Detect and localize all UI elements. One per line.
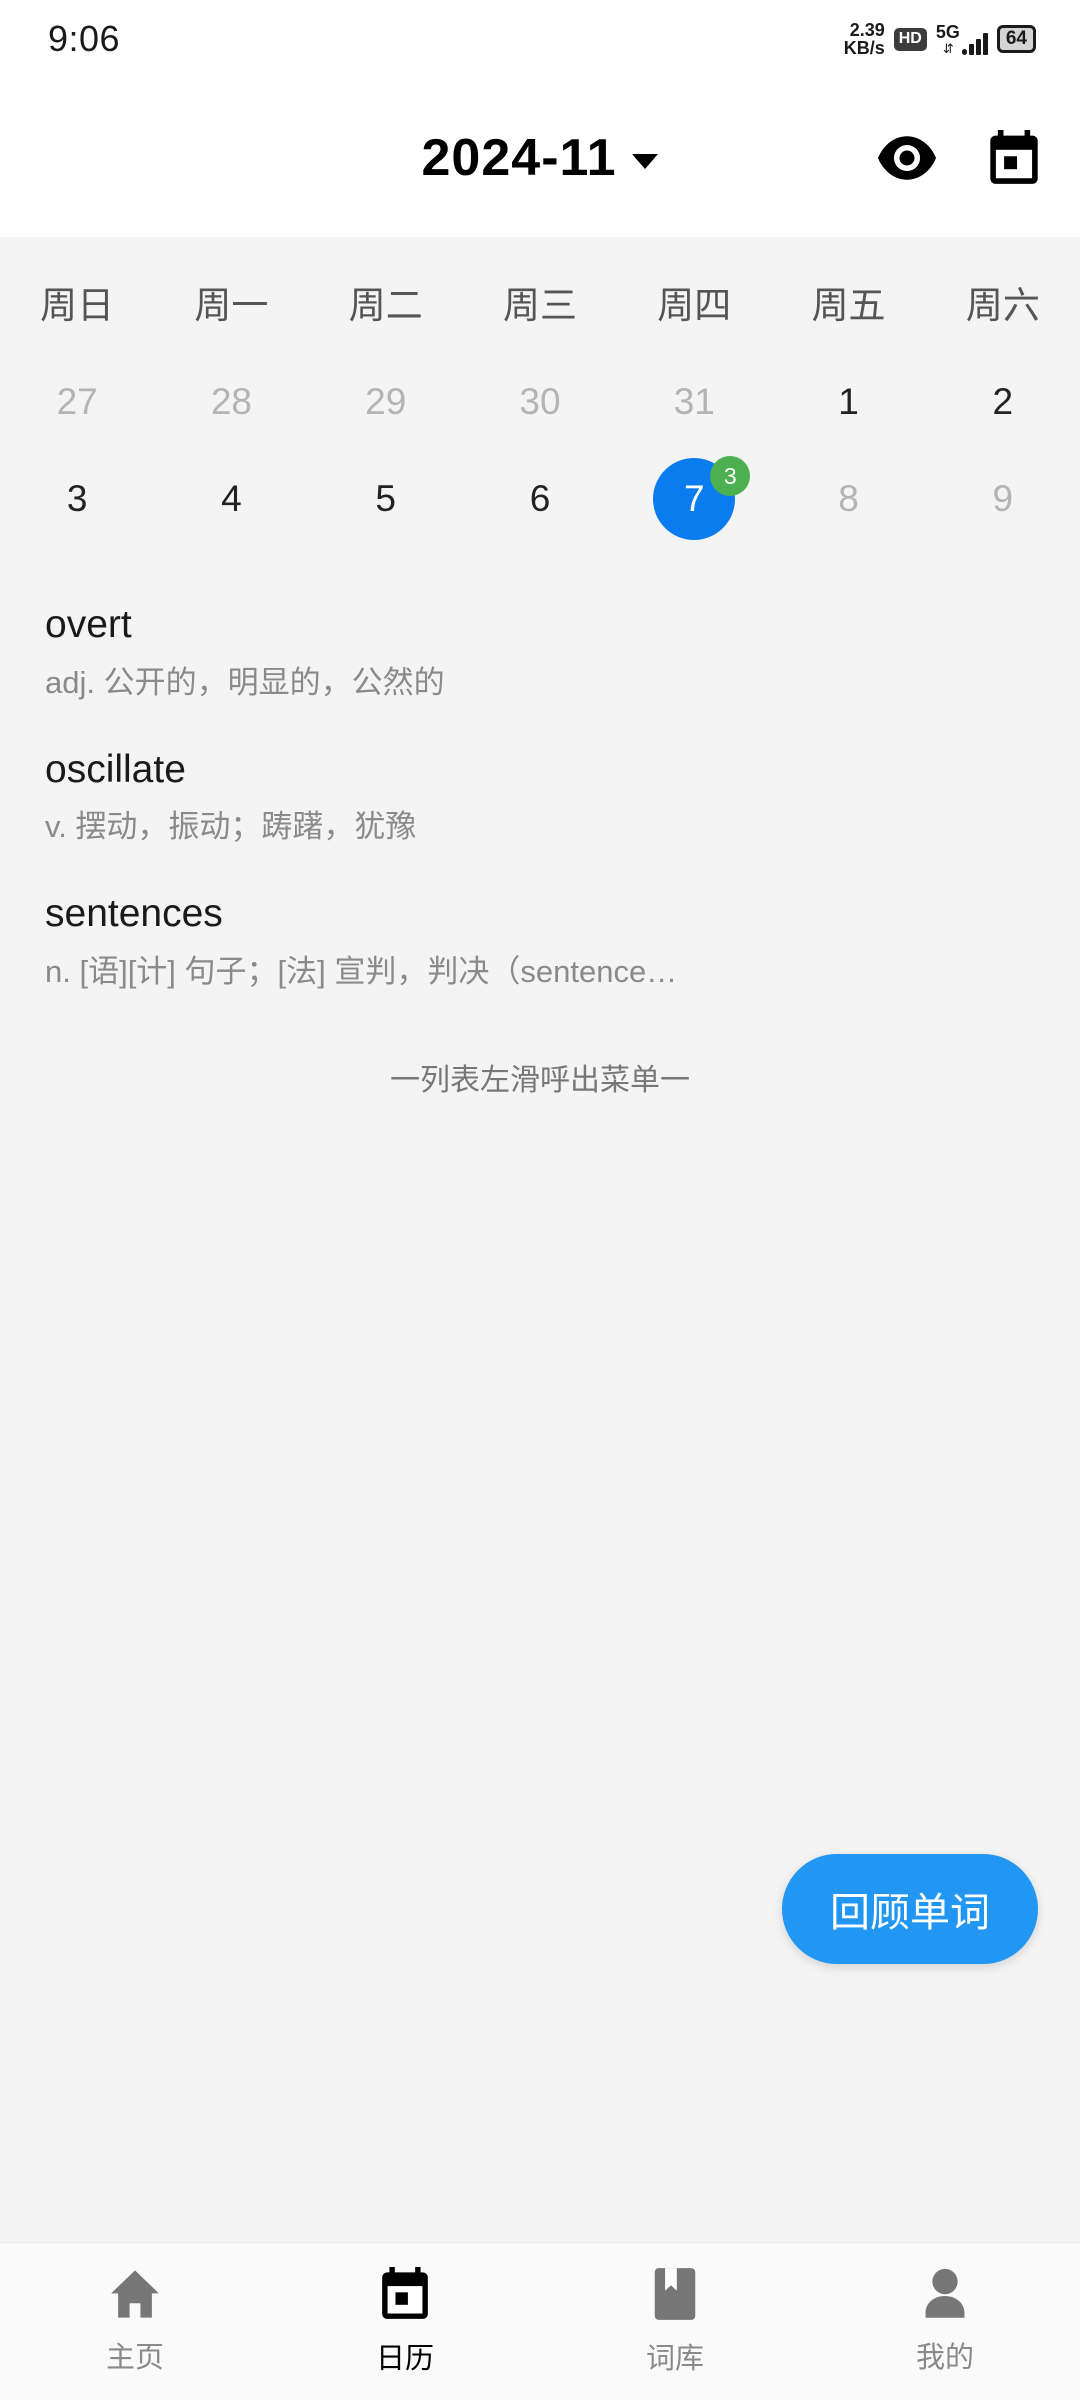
word-definition: v. 摆动，振动；踌躇，犹豫 (45, 809, 417, 845)
calendar-day-cell[interactable]: 31 (617, 353, 771, 450)
calendar-day-cell-selected[interactable]: 7 3 (617, 450, 771, 547)
list-item[interactable]: oscillate v. 摆动，振动；踌躇，犹豫 (0, 730, 1080, 875)
word-term: sentences (45, 892, 223, 936)
day-number: 4 (221, 477, 242, 519)
weekday-label: 周四 (657, 285, 732, 326)
calendar-day-cell[interactable]: 30 (463, 353, 617, 450)
data-transfer-icon: ⇵ (942, 41, 954, 56)
nav-label: 日历 (375, 2342, 434, 2375)
calendar-icon (380, 2266, 430, 2321)
review-words-button[interactable]: 回顾单词 (782, 1854, 1038, 1964)
nav-item-vocabulary[interactable]: 词库 (540, 2267, 810, 2377)
calendar-widget: 周日 周一 周二 周三 周四 周五 周六 27 28 29 30 31 1 2 … (0, 237, 1080, 557)
app-root: 9:06 2.39 KB/s HD 5G ⇵ 64 2024-11 周日 周一 … (0, 0, 1080, 2400)
signal-bars-icon (961, 33, 988, 55)
calendar-day-cell[interactable]: 5 (309, 450, 463, 547)
calendar-day-cell[interactable]: 29 (309, 353, 463, 450)
day-number: 6 (529, 477, 551, 519)
eye-icon[interactable] (878, 135, 936, 180)
word-definition: n. [语][计] 句子；[法] 宣判，判决（sentence… (45, 953, 678, 989)
status-indicators: 2.39 KB/s HD 5G ⇵ 64 (843, 19, 1036, 58)
day-number: 2 (992, 380, 1014, 422)
day-number: 30 (519, 380, 561, 422)
day-number: 3 (66, 477, 88, 519)
day-number: 1 (838, 380, 859, 422)
weekday-label: 周日 (40, 285, 115, 326)
calendar-day-cell[interactable]: 28 (154, 353, 308, 450)
calendar-day-cell[interactable]: 8 (771, 450, 925, 547)
calendar-day-cell[interactable]: 27 (0, 353, 154, 450)
calendar-day-cell[interactable]: 2 (926, 353, 1080, 450)
nav-item-profile[interactable]: 我的 (810, 2268, 1080, 2376)
weekday-label: 周二 (348, 285, 423, 326)
hd-icon: HD (893, 27, 927, 51)
network-type-label: 5G ⇵ (935, 22, 960, 56)
calendar-week-row: 27 28 29 30 31 1 2 (0, 353, 1080, 450)
word-list: overt adj. 公开的，明显的，公然的 oscillate v. 摆动，振… (0, 557, 1080, 2242)
weekday-label: 周一 (194, 285, 269, 326)
day-number: 31 (673, 380, 715, 422)
status-bar: 9:06 2.39 KB/s HD 5G ⇵ 64 (0, 0, 1080, 78)
calendar-weekday-header: 周日 周一 周二 周三 周四 周五 周六 (0, 261, 1080, 353)
calendar-day-cell[interactable]: 4 (154, 450, 308, 547)
day-number: 5 (375, 477, 396, 519)
word-term: overt (45, 603, 132, 646)
network-speed-unit: KB/s (843, 38, 885, 58)
header-actions (878, 129, 1040, 186)
day-number: 28 (210, 380, 252, 422)
home-icon (108, 2268, 162, 2320)
nav-label: 词库 (645, 2342, 704, 2375)
list-hint-text: 一列表左滑呼出菜单一 (390, 1063, 690, 1097)
nav-item-calendar[interactable]: 日历 (270, 2266, 540, 2377)
status-time: 9:06 (48, 18, 121, 59)
book-icon (652, 2267, 698, 2321)
battery-icon: 64 (996, 24, 1036, 54)
weekday-label: 周五 (811, 285, 886, 326)
day-number: 27 (56, 380, 98, 422)
calendar-icon[interactable] (988, 129, 1040, 186)
page-title: 2024-11 (421, 128, 617, 187)
nav-label: 主页 (105, 2341, 164, 2374)
nav-item-home[interactable]: 主页 (0, 2268, 270, 2376)
calendar-day-cell[interactable]: 3 (0, 450, 154, 547)
bottom-navigation: 主页 日历 词库 我的 (0, 2242, 1080, 2400)
word-term: oscillate (45, 747, 186, 791)
day-number: 29 (365, 380, 407, 422)
network-speed-indicator: 2.39 KB/s (843, 19, 885, 58)
day-number: 9 (992, 477, 1014, 519)
network-speed-value: 2.39 (849, 19, 885, 40)
nav-label: 我的 (915, 2341, 974, 2374)
signal-indicator: 5G ⇵ (936, 23, 988, 55)
calendar-week-row: 3 4 5 6 7 3 8 9 (0, 450, 1080, 547)
day-number: 8 (838, 477, 859, 519)
list-item[interactable]: overt adj. 公开的，明显的，公然的 (0, 585, 1080, 730)
weekday-label: 周六 (965, 285, 1040, 326)
day-count-badge: 3 (710, 456, 751, 496)
person-icon (920, 2268, 970, 2320)
calendar-day-cell[interactable]: 6 (463, 450, 617, 547)
list-item[interactable]: sentences n. [语][计] 句子；[法] 宣判，判决（sentenc… (0, 874, 1080, 1019)
app-header: 2024-11 (0, 78, 1080, 237)
word-definition: adj. 公开的，明显的，公然的 (45, 664, 445, 700)
calendar-day-cell[interactable]: 1 (771, 353, 925, 450)
calendar-day-cell[interactable]: 9 (926, 450, 1080, 547)
chevron-down-icon (632, 154, 659, 169)
weekday-label: 周三 (502, 285, 577, 326)
